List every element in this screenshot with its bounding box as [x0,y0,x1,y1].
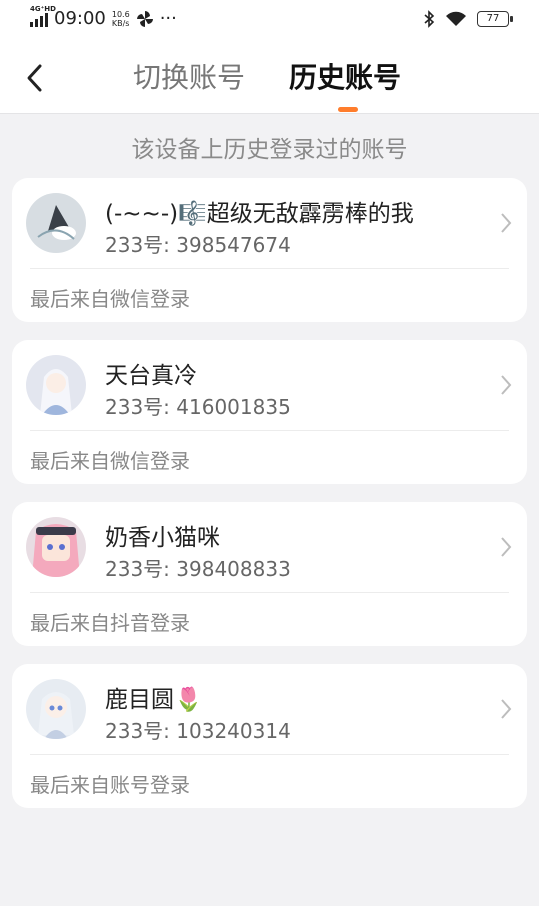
battery-icon: 77 [477,11,513,27]
chevron-right-icon [501,537,512,557]
tab-switch-account[interactable]: 切换账号 [133,60,245,96]
divider [30,754,509,755]
page-subtitle: 该设备上历史登录过的账号 [131,137,408,163]
divider [30,268,509,269]
account-card[interactable]: (-~~-)🎼超级无敌霹雳棒的我 233号: 398547674 最后来自微信登… [12,178,527,322]
more-status-icon: ··· [159,8,177,29]
divider [30,430,509,431]
pinwheel-icon [136,10,153,27]
active-tab-indicator [338,107,358,112]
battery-level: 77 [486,13,500,24]
last-login-info: 最后来自抖音登录 [30,611,190,635]
account-card[interactable]: 鹿目圆🌷 233号: 103240314 最后来自账号登录 [12,664,527,808]
avatar [26,193,86,253]
network-type: 4G⁺HD [30,4,56,13]
avatar [26,679,86,739]
account-id: 233号: 103240314 [105,719,291,743]
account-name: 鹿目圆🌷 [105,687,203,713]
status-bar: 4G⁺HD 09:00 10.6 KB/s ··· 77 [0,0,539,40]
status-time: 09:00 [54,8,106,29]
last-login-info: 最后来自账号登录 [30,773,190,797]
account-name: 天台真冷 [105,363,197,389]
signal-icon: 4G⁺HD [30,5,56,27]
last-login-info: 最后来自微信登录 [30,449,190,473]
tab-history-account[interactable]: 历史账号 [289,60,401,96]
network-speed: 10.6 KB/s [111,9,130,28]
chevron-right-icon [501,699,512,719]
chevron-right-icon [501,375,512,395]
divider [30,592,509,593]
avatar [26,355,86,415]
wifi-icon [446,11,466,26]
account-id: 233号: 416001835 [105,395,291,419]
account-name: (-~~-)🎼超级无敌霹雳棒的我 [105,201,414,227]
avatar [26,517,86,577]
chevron-right-icon [501,213,512,233]
bluetooth-icon [424,10,435,28]
account-id: 233号: 398547674 [105,233,291,257]
account-name: 奶香小猫咪 [105,525,220,551]
back-arrow-icon[interactable] [22,63,48,93]
last-login-info: 最后来自微信登录 [30,287,190,311]
account-id: 233号: 398408833 [105,557,291,581]
account-card[interactable]: 天台真冷 233号: 416001835 最后来自微信登录 [12,340,527,484]
account-card[interactable]: 奶香小猫咪 233号: 398408833 最后来自抖音登录 [12,502,527,646]
